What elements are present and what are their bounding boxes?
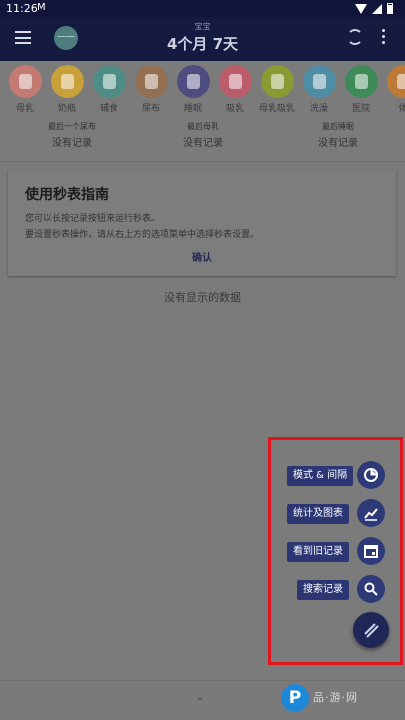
watermark-logo: P [281, 684, 309, 712]
category-bath[interactable]: 洗澡 [300, 65, 338, 114]
app-bar: 一一 宝宝 4个月 7天 [0, 17, 405, 61]
hospital-icon [344, 65, 378, 98]
status-bar: 11:26 M [0, 0, 405, 17]
category-row: 母乳 奶瓶 辅食 尿布 睡眠 吸乳 母乳吸乳 洗澡 医院 体 [0, 61, 405, 116]
confirm-button[interactable]: 确认 [8, 249, 396, 264]
empty-message: 没有显示的数据 [164, 291, 241, 304]
guide-text-2: 要设置秒表操作，请从右上方的选项菜单中选择秒表设置。 [25, 230, 260, 240]
last-sleep: 最后睡眠 没有记录 [318, 122, 358, 149]
gmail-icon: M [37, 2, 46, 13]
category-breastfeed[interactable]: 母乳 [6, 65, 44, 114]
category-pump[interactable]: 吸乳 [216, 65, 254, 114]
pump-icon [218, 65, 252, 98]
food-jar-icon [92, 65, 126, 98]
stopwatch-guide-card: 使用秒表指南 您可以长按记录按钮来运行秒表。 要设置秒表操作，请从右上方的选项菜… [8, 170, 396, 276]
baby-age-title: 4个月 7天 [166, 35, 239, 53]
signal-icon [372, 3, 382, 14]
more-options-icon[interactable] [382, 29, 386, 47]
chevron-down-icon[interactable]: ⌄ [195, 689, 205, 703]
bottle-icon [50, 65, 84, 98]
guide-title: 使用秒表指南 [25, 187, 109, 203]
category-hospital[interactable]: 医院 [342, 65, 380, 114]
status-time: 11:26 [6, 2, 38, 15]
pumped-milk-icon [260, 65, 294, 98]
highlight-box [268, 437, 403, 665]
breastfeed-icon [8, 65, 42, 98]
guide-text-1: 您可以长按记录按钮来运行秒表。 [25, 214, 161, 224]
wifi-icon [355, 3, 367, 14]
body-icon [386, 65, 405, 98]
watermark-text: 品·游·网 [313, 691, 358, 704]
diaper-icon [134, 65, 168, 98]
sync-icon[interactable] [347, 29, 363, 45]
last-breastfeed: 最后母乳 没有记录 [183, 122, 223, 149]
last-diaper: 最后一个尿布 没有记录 [48, 122, 96, 149]
category-sleep[interactable]: 睡眠 [174, 65, 212, 114]
category-body[interactable]: 体 [384, 65, 405, 114]
category-bottle[interactable]: 奶瓶 [48, 65, 86, 114]
category-diaper[interactable]: 尿布 [132, 65, 170, 114]
category-pumped-milk[interactable]: 母乳吸乳 [258, 65, 296, 114]
battery-icon [387, 3, 393, 14]
divider [0, 161, 405, 162]
bathtub-icon [302, 65, 336, 98]
baby-name: 宝宝 [194, 22, 211, 31]
crib-icon [176, 65, 210, 98]
category-solid-food[interactable]: 辅食 [90, 65, 128, 114]
